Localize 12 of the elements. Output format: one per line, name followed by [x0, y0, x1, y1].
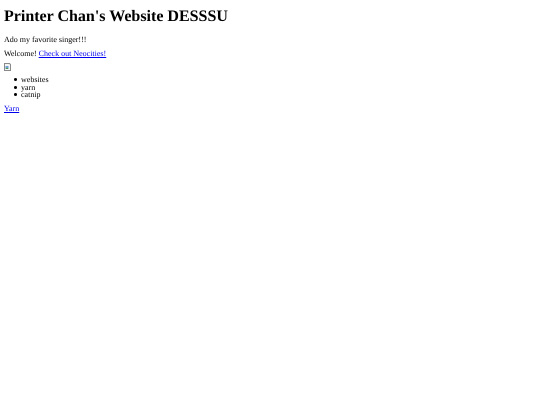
tagline-text: Ado my favorite singer!!! [4, 35, 86, 44]
list-item: catnip [21, 91, 41, 98]
page-heading: Printer Chan's Website DESSSU [4, 8, 228, 26]
neocities-link[interactable]: Check out Neocities! [38, 49, 106, 58]
bullet-icon [14, 93, 17, 96]
welcome-text: Welcome! [4, 49, 37, 58]
yarn-link[interactable]: Yarn [4, 104, 20, 112]
list-item: websites [21, 76, 49, 84]
broken-image-icon [4, 63, 11, 71]
bullet-icon [14, 86, 17, 89]
list-item: yarn [21, 84, 36, 91]
bullet-icon [14, 78, 17, 82]
